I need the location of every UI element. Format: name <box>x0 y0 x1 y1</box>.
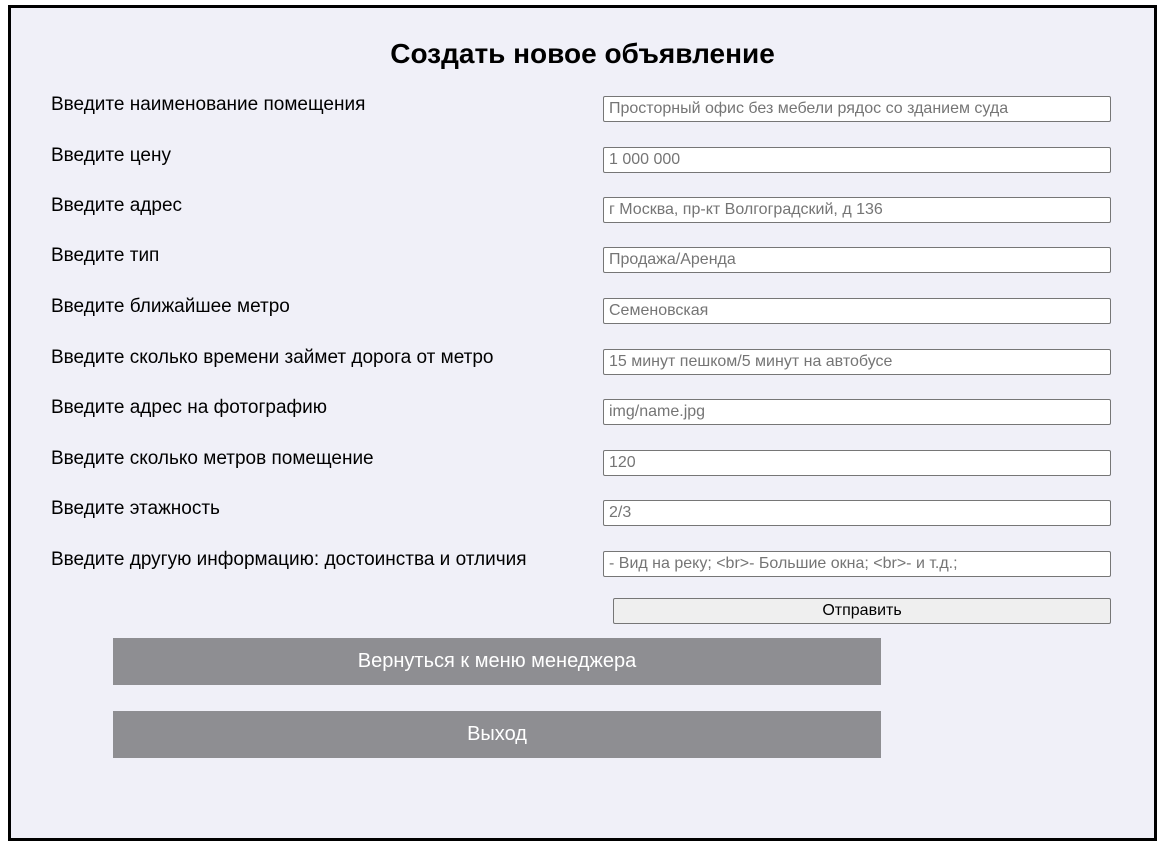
form-row-address: Введите адрес <box>11 195 1154 227</box>
address-label: Введите адрес <box>51 195 183 216</box>
photo-input[interactable] <box>603 399 1111 425</box>
submit-button[interactable]: Отправить <box>613 598 1111 624</box>
name-label: Введите наименование помещения <box>51 94 366 115</box>
travel-time-input[interactable] <box>603 349 1111 375</box>
form-row-travel-time: Введите сколько времени займет дорога от… <box>11 347 1154 379</box>
area-input[interactable] <box>603 450 1111 476</box>
form-row-area: Введите сколько метров помещение <box>11 448 1154 480</box>
other-info-input[interactable] <box>603 551 1111 577</box>
floors-input[interactable] <box>603 500 1111 526</box>
floors-label: Введите этажность <box>51 498 220 519</box>
page-title: Создать новое объявление <box>390 38 775 69</box>
form-row-name: Введите наименование помещения <box>11 94 1154 126</box>
form-row-type: Введите тип <box>11 245 1154 277</box>
form-row-metro: Введите ближайшее метро <box>11 296 1154 328</box>
exit-button[interactable]: Выход <box>113 711 881 758</box>
other-info-label: Введите другую информацию: достоинства и… <box>51 549 527 570</box>
form-row-price: Введите цену <box>11 145 1154 177</box>
price-input[interactable] <box>603 147 1111 173</box>
metro-label: Введите ближайшее метро <box>51 296 290 317</box>
price-label: Введите цену <box>51 145 171 166</box>
name-input[interactable] <box>603 96 1111 122</box>
form-row-photo: Введите адрес на фотографию <box>11 397 1154 429</box>
form-row-floors: Введите этажность <box>11 498 1154 530</box>
back-to-manager-menu-button[interactable]: Вернуться к меню менеджера <box>113 638 881 685</box>
metro-input[interactable] <box>603 298 1111 324</box>
travel-time-label: Введите сколько времени займет дорога от… <box>51 347 494 368</box>
photo-label: Введите адрес на фотографию <box>51 397 328 418</box>
type-label: Введите тип <box>51 245 160 266</box>
form-row-other-info: Введите другую информацию: достоинства и… <box>11 549 1154 581</box>
area-label: Введите сколько метров помещение <box>51 448 374 469</box>
form-container: Создать новое объявление Введите наимено… <box>8 5 1157 841</box>
type-input[interactable] <box>603 247 1111 273</box>
address-input[interactable] <box>603 197 1111 223</box>
